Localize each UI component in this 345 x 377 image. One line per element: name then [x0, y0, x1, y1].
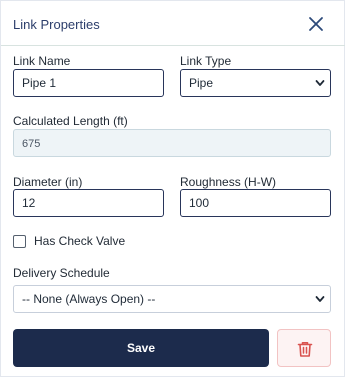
trash-icon [297, 342, 313, 357]
diameter-input[interactable] [13, 189, 164, 217]
roughness-input[interactable] [180, 189, 331, 217]
link-type-select-wrap: Pipe [180, 69, 331, 97]
calculated-length-label: Calculated Length (ft) [13, 114, 128, 128]
link-type-select[interactable]: Pipe [180, 69, 331, 97]
close-icon[interactable] [307, 15, 325, 33]
delivery-schedule-select-wrap: -- None (Always Open) -- [13, 285, 331, 313]
save-button[interactable]: Save [13, 329, 269, 367]
link-name-input[interactable] [13, 69, 164, 97]
check-valve-label: Has Check Valve [34, 234, 126, 248]
panel-title: Link Properties [13, 17, 100, 32]
roughness-label: Roughness (H-W) [180, 175, 277, 189]
panel-header: Link Properties [1, 1, 345, 46]
calculated-length-value: 675 [13, 129, 331, 157]
delivery-schedule-label: Delivery Schedule [13, 266, 110, 280]
delivery-schedule-select[interactable]: -- None (Always Open) -- [13, 285, 331, 313]
link-properties-panel: Link Properties Link Name Link Type Pipe… [0, 0, 345, 377]
link-name-label: Link Name [13, 54, 71, 68]
diameter-label: Diameter (in) [13, 175, 83, 189]
delete-button[interactable] [277, 329, 331, 367]
link-type-label: Link Type [180, 54, 232, 68]
check-valve-checkbox[interactable] [13, 235, 26, 248]
